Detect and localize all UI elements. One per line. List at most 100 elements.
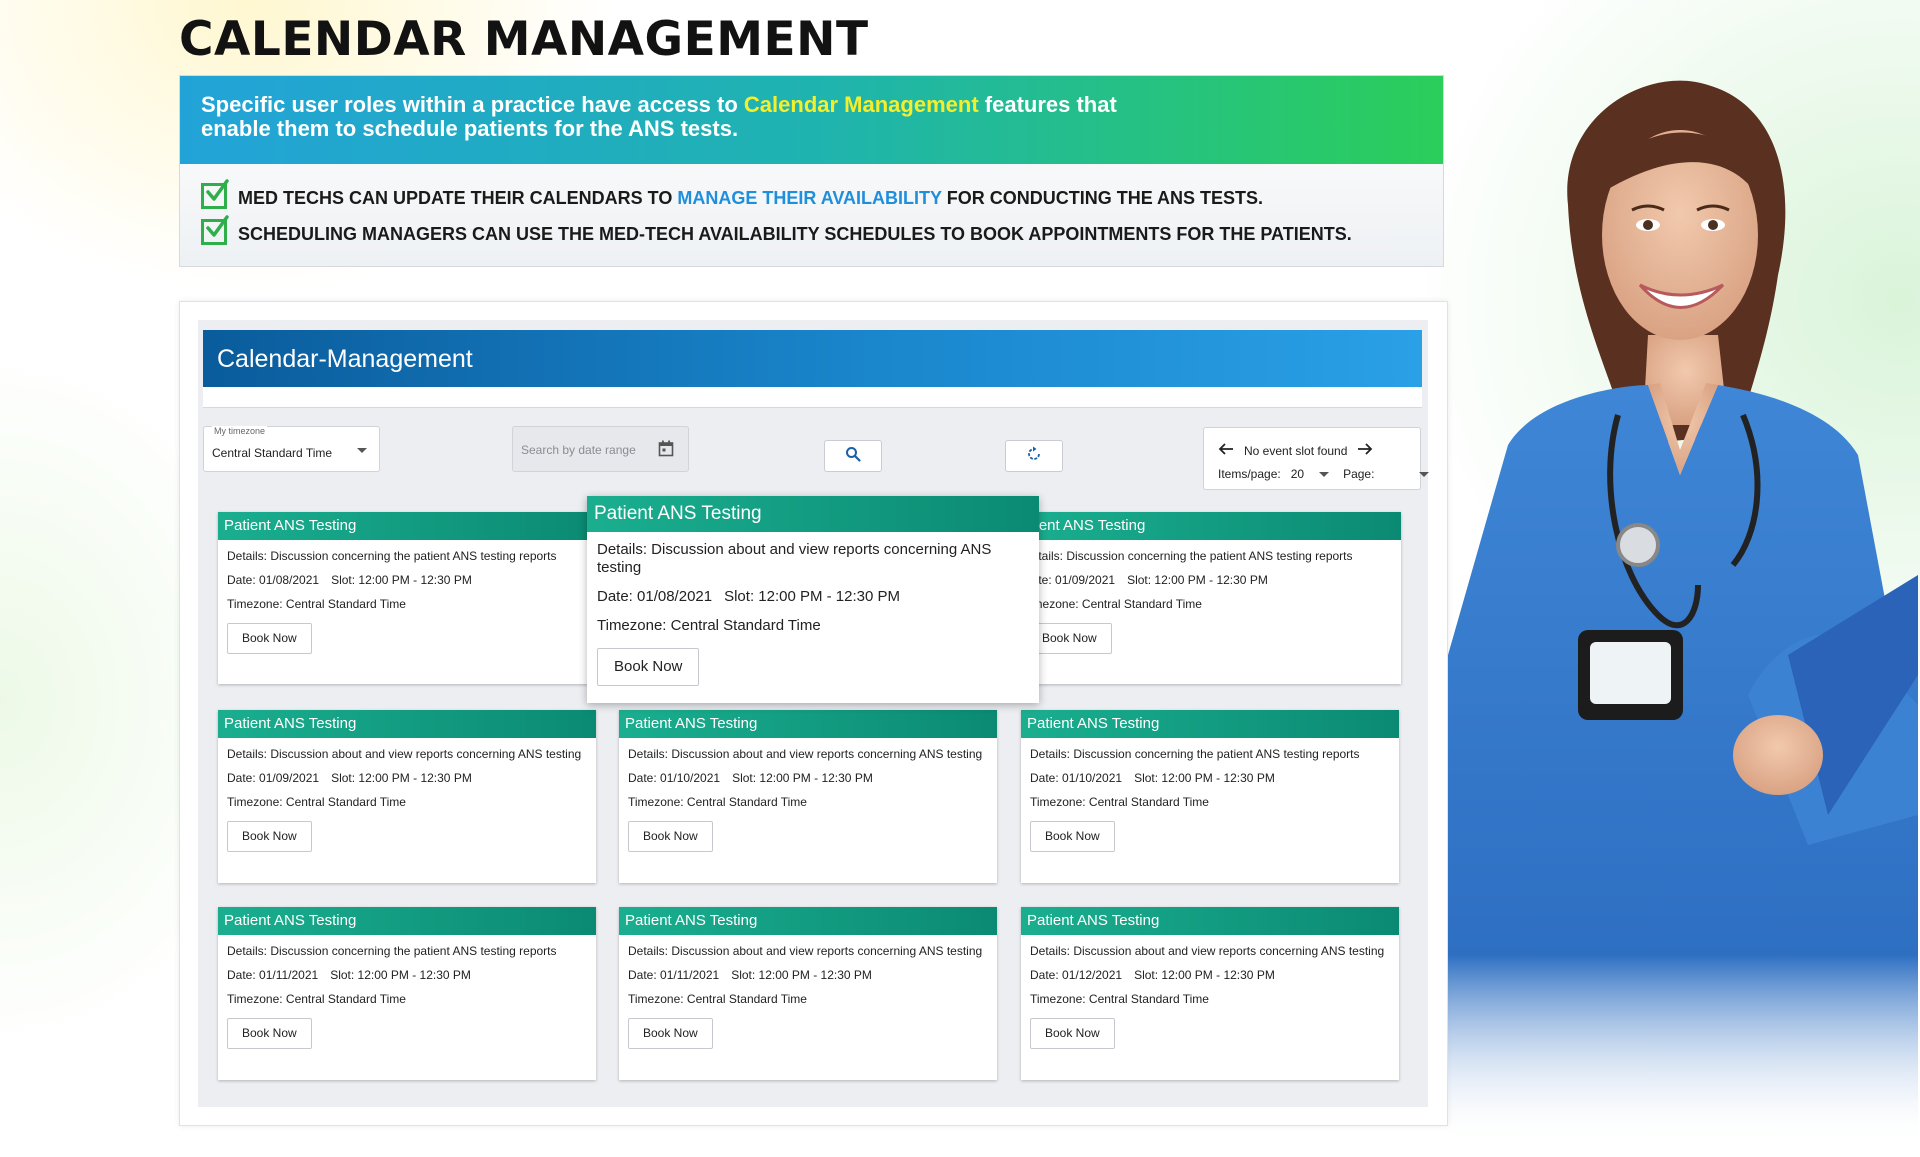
event-timezone: Timezone: Central Standard Time <box>227 597 406 611</box>
event-card-title: Patient ANS Testing <box>218 907 596 935</box>
book-now-button[interactable]: Book Now <box>227 623 312 654</box>
event-slot: Slot: 12:00 PM - 12:30 PM <box>1134 968 1275 982</box>
items-per-page-value: 20 <box>1290 467 1305 481</box>
event-card-title: Patient ANS Testing <box>1021 907 1399 935</box>
book-now-button[interactable]: Book Now <box>227 1018 312 1049</box>
pagination-status: No event slot found <box>1244 443 1348 458</box>
event-date: Date: 01/10/2021 <box>1030 771 1123 785</box>
event-details: Details: Discussion concerning the patie… <box>227 944 557 958</box>
event-details: Details: Discussion about and view repor… <box>597 541 992 576</box>
timezone-label: My timezone <box>212 426 268 436</box>
event-date: Date: 01/08/2021 <box>227 573 320 587</box>
book-now-button[interactable]: Book Now <box>1030 821 1115 852</box>
caret-down-icon <box>357 448 367 453</box>
event-slot: Slot: 12:00 PM - 12:30 PM <box>1134 771 1275 785</box>
event-details: Details: Discussion about and view repor… <box>628 747 983 761</box>
event-slot: Slot: 12:00 PM - 12:30 PM <box>724 588 901 605</box>
checkbox-checked-icon <box>201 179 229 209</box>
bullet-item: SCHEDULING MANAGERS CAN USE THE MED-TECH… <box>201 215 1422 252</box>
event-date: Date: 01/12/2021 <box>1030 968 1123 982</box>
event-date: Date: 01/10/2021 <box>628 771 721 785</box>
date-range-input[interactable]: Search by date range <box>512 426 689 472</box>
bullet-item: MED TECHS CAN UPDATE THEIR CALENDARS TO … <box>201 179 1422 216</box>
event-card-title: Patient ANS Testing <box>218 710 596 738</box>
calendar-icon[interactable] <box>658 440 674 462</box>
event-card-title: Patient ANS Testing <box>218 512 596 540</box>
event-slot: Slot: 12:00 PM - 12:30 PM <box>1127 573 1268 587</box>
bullet-text: MED TECHS CAN UPDATE THEIR CALENDARS TO … <box>238 187 1264 208</box>
event-date: Date: 01/11/2021 <box>628 968 720 982</box>
bullet-text: SCHEDULING MANAGERS CAN USE THE MED-TECH… <box>238 223 1352 244</box>
event-slot: Slot: 12:00 PM - 12:30 PM <box>731 968 872 982</box>
event-details: Details: Discussion about and view repor… <box>227 747 582 761</box>
event-card-title: Patient ANS Testing <box>1021 710 1399 738</box>
event-card-expanded: Patient ANS Testing Details: Discussion … <box>587 496 1039 703</box>
timezone-select[interactable]: My timezone Central Standard Time <box>203 426 380 472</box>
checkbox-checked-icon <box>201 215 229 245</box>
arrow-right-icon[interactable] <box>1357 442 1373 459</box>
search-button[interactable] <box>824 440 882 472</box>
availability-link[interactable]: MANAGE THEIR AVAILABILITY <box>677 188 941 208</box>
event-card: Patient ANS Testing Details: Discussion … <box>1021 710 1399 883</box>
page-title: CALENDAR MANAGEMENT <box>179 12 869 67</box>
event-card-title: Patient ANS Testing <box>619 907 997 935</box>
intro-banner: Specific user roles within a practice ha… <box>180 76 1443 164</box>
intro-highlight: Calendar Management <box>743 92 979 117</box>
event-card: Patient ANS Testing Details: Discussion … <box>218 512 596 684</box>
app-window: Calendar-Management My timezone Central … <box>198 320 1430 1107</box>
search-icon <box>845 446 861 467</box>
app-screenshot-frame: Calendar-Management My timezone Central … <box>179 301 1448 1126</box>
event-card: Patient ANS Testing Details: Discussion … <box>218 710 596 883</box>
app-header: Calendar-Management <box>203 330 1422 387</box>
timezone-value: Central Standard Time <box>212 446 333 460</box>
book-now-button[interactable]: Book Now <box>1030 1018 1115 1049</box>
caret-down-icon <box>1319 471 1330 477</box>
event-card: Patient ANS Testing Details: Discussion … <box>619 907 997 1080</box>
event-timezone: Timezone: Central Standard Time <box>1023 597 1202 611</box>
event-timezone: Timezone: Central Standard Time <box>1030 992 1209 1006</box>
event-slot: Slot: 12:00 PM - 12:30 PM <box>330 968 471 982</box>
items-per-page-label: Items/page: <box>1218 467 1281 481</box>
refresh-icon <box>1026 446 1042 467</box>
refresh-button[interactable] <box>1005 440 1063 472</box>
page-select[interactable] <box>1419 471 1430 477</box>
book-now-button[interactable]: Book Now <box>1027 623 1112 654</box>
book-now-button[interactable]: Book Now <box>227 821 312 852</box>
feature-bullets: MED TECHS CAN UPDATE THEIR CALENDARS TO … <box>180 164 1443 252</box>
event-card-title: atient ANS Testing <box>1023 512 1401 540</box>
event-details: Details: Discussion about and view repor… <box>628 944 983 958</box>
book-now-button[interactable]: Book Now <box>628 821 713 852</box>
event-slot: Slot: 12:00 PM - 12:30 PM <box>331 771 472 785</box>
event-timezone: Timezone: Central Standard Time <box>628 795 807 809</box>
event-timezone: Timezone: Central Standard Time <box>227 992 406 1006</box>
book-now-button[interactable]: Book Now <box>597 648 700 686</box>
event-card: Patient ANS Testing Details: Discussion … <box>218 907 596 1080</box>
event-timezone: Timezone: Central Standard Time <box>597 617 821 634</box>
book-now-button[interactable]: Book Now <box>628 1018 713 1049</box>
event-card: Patient ANS Testing Details: Discussion … <box>1021 907 1399 1080</box>
event-card: atient ANS Testing Details: Discussion c… <box>1023 512 1401 684</box>
event-slot: Slot: 12:00 PM - 12:30 PM <box>732 771 873 785</box>
event-card: Patient ANS Testing Details: Discussion … <box>619 710 997 883</box>
event-date: Date: 01/08/2021 <box>597 588 713 605</box>
feature-info-box: Specific user roles within a practice ha… <box>179 75 1444 267</box>
intro-line-2: enable them to schedule patients for the… <box>201 116 739 141</box>
event-details: Details: Discussion concerning the patie… <box>227 549 557 563</box>
items-per-page-select[interactable]: 20 <box>1290 467 1330 481</box>
intro-text-after: features that <box>978 92 1117 117</box>
event-details: Details: Discussion concerning the patie… <box>1023 549 1353 563</box>
event-slot: Slot: 12:00 PM - 12:30 PM <box>331 573 472 587</box>
event-details: Details: Discussion concerning the patie… <box>1030 747 1360 761</box>
event-card-title: Patient ANS Testing <box>587 496 1039 532</box>
nurse-illustration <box>1448 55 1918 1150</box>
date-range-placeholder: Search by date range <box>521 443 636 457</box>
event-timezone: Timezone: Central Standard Time <box>227 795 406 809</box>
event-date: Date: 01/11/2021 <box>227 968 319 982</box>
pagination-panel: No event slot found Items/page: 20 Page: <box>1203 427 1430 490</box>
page-label: Page: <box>1343 467 1375 481</box>
intro-text: Specific user roles within a practice ha… <box>201 92 744 117</box>
event-details: Details: Discussion about and view repor… <box>1030 944 1385 958</box>
app-header-divider <box>203 387 1422 408</box>
arrow-left-icon[interactable] <box>1218 442 1234 459</box>
event-card-title: Patient ANS Testing <box>619 710 997 738</box>
